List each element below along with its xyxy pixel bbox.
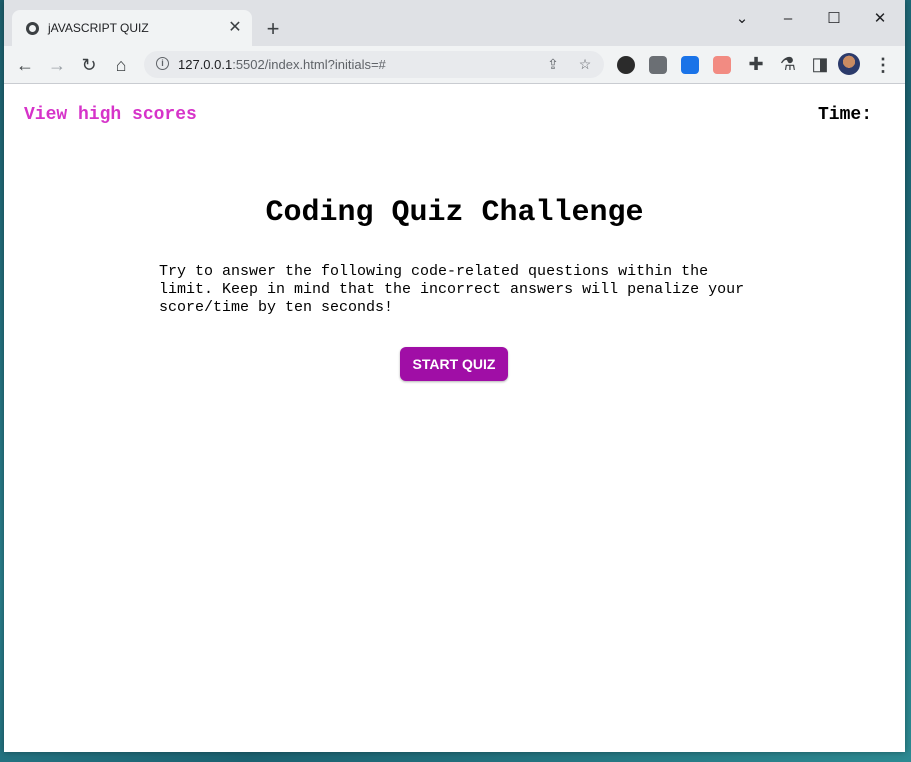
avatar[interactable]	[838, 53, 860, 75]
browser-toolbar: ← → ↻ ⌂ i 127.0.0.1:5502/index.html?init…	[4, 46, 905, 84]
browser-window: jAVASCRIPT QUIZ ✕ + ⌄ – ☐ ✕ ← → ↻ ⌂ i 12…	[4, 0, 905, 752]
minimize-icon[interactable]: –	[776, 8, 800, 30]
flask-icon[interactable]: ⚗	[777, 53, 799, 75]
kebab-menu-icon[interactable]: ⋮	[874, 54, 892, 76]
page-content: View high scores Time: Coding Quiz Chall…	[4, 84, 905, 752]
back-icon[interactable]: ←	[14, 54, 36, 76]
extension-icon-3[interactable]	[681, 56, 699, 74]
intro-text: Try to answer the following code-related…	[159, 263, 745, 316]
puzzle-icon[interactable]: ✚	[745, 53, 767, 75]
extension-icon-2[interactable]	[649, 56, 667, 74]
close-window-icon[interactable]: ✕	[868, 8, 892, 30]
close-icon[interactable]: ✕	[226, 19, 244, 37]
sidebar-icon[interactable]: ◨	[809, 53, 831, 75]
chevron-down-icon[interactable]: ⌄	[730, 8, 754, 30]
info-icon[interactable]: i	[156, 57, 169, 70]
plus-icon[interactable]: +	[262, 18, 284, 40]
timer-label: Time:	[818, 105, 873, 125]
tab-active[interactable]: jAVASCRIPT QUIZ ✕	[12, 10, 252, 46]
reload-icon[interactable]: ↻	[78, 54, 100, 76]
tab-title: jAVASCRIPT QUIZ	[48, 21, 149, 35]
share-icon[interactable]: ⇪	[544, 55, 562, 73]
view-high-scores-link[interactable]: View high scores	[24, 105, 197, 125]
extension-icon-1[interactable]	[617, 56, 635, 74]
url-text[interactable]: 127.0.0.1:5502/index.html?initials=#	[178, 57, 386, 72]
maximize-icon[interactable]: ☐	[822, 8, 846, 30]
extension-icon-4[interactable]	[713, 56, 731, 74]
forward-icon[interactable]: →	[46, 54, 68, 76]
star-icon[interactable]: ☆	[576, 55, 594, 73]
globe-icon	[26, 22, 39, 35]
start-quiz-button[interactable]: START QUIZ	[400, 347, 508, 381]
page-title: Coding Quiz Challenge	[265, 196, 644, 230]
address-bar[interactable]: i 127.0.0.1:5502/index.html?initials=# ⇪…	[144, 51, 604, 78]
tab-strip: jAVASCRIPT QUIZ ✕ + ⌄ – ☐ ✕	[4, 0, 905, 46]
home-icon[interactable]: ⌂	[110, 54, 132, 76]
